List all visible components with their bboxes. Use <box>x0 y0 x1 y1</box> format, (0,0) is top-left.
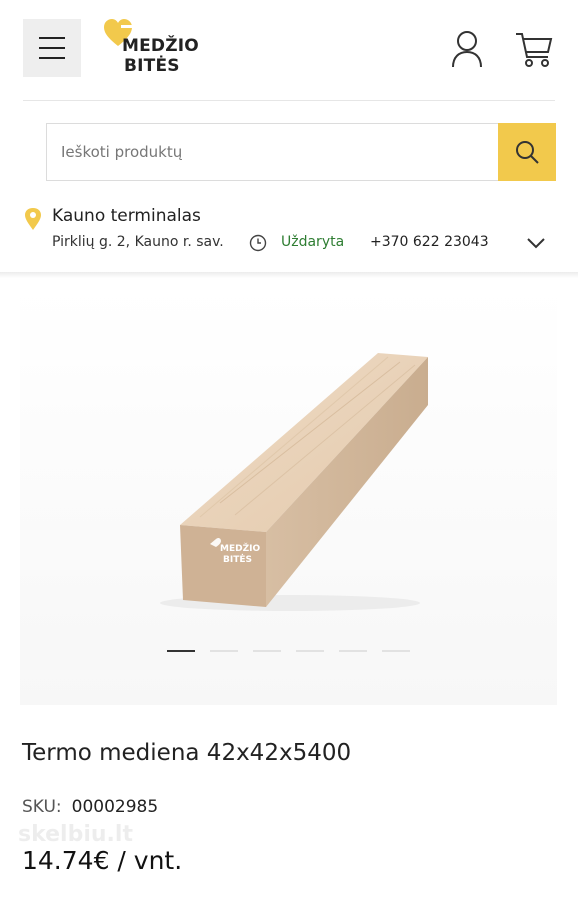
header-divider <box>23 100 555 101</box>
gallery-dot-5[interactable] <box>339 650 367 652</box>
gallery-dot-1[interactable] <box>167 650 195 652</box>
search-input[interactable] <box>46 123 498 181</box>
gallery-dot-4[interactable] <box>296 650 324 652</box>
sku-label: SKU: <box>22 797 62 817</box>
hamburger-icon-line <box>39 37 65 39</box>
hamburger-icon-line <box>39 47 65 49</box>
logo-line1: MEDŽIO <box>122 36 199 56</box>
gallery-dot-2[interactable] <box>210 650 238 652</box>
store-name: Kauno terminalas <box>52 206 201 226</box>
timber-end-face <box>180 525 266 607</box>
gallery-pagination <box>167 650 410 652</box>
product-price: 14.74€ / vnt. <box>22 846 183 875</box>
store-status: Uždaryta <box>281 234 345 250</box>
site-header: MEDŽIO BITĖS <box>0 0 578 100</box>
logo-wordmark: MEDŽIO BITĖS <box>122 36 199 76</box>
hamburger-icon-line <box>39 57 65 59</box>
user-icon[interactable] <box>450 30 484 68</box>
location-pin-icon <box>25 208 41 230</box>
product-image-gallery[interactable]: MEDŽIO BITĖS <box>20 285 557 705</box>
watermark: skelbiu.lt <box>18 822 133 847</box>
gallery-dot-3[interactable] <box>253 650 281 652</box>
gallery-dot-6[interactable] <box>382 650 410 652</box>
menu-button[interactable] <box>23 19 81 77</box>
clock-icon <box>249 234 267 252</box>
store-phone[interactable]: +370 622 23043 <box>370 234 489 250</box>
product-image: MEDŽIO BITĖS <box>160 353 428 611</box>
store-address: Pirklių g. 2, Kauno r. sav. <box>52 234 224 250</box>
cart-icon[interactable] <box>514 30 554 70</box>
store-divider-shadow <box>0 272 578 278</box>
product-title: Termo mediena 42x42x5400 <box>22 740 352 766</box>
search-button[interactable] <box>498 123 556 181</box>
store-info[interactable]: Kauno terminalas Pirklių g. 2, Kauno r. … <box>0 195 578 275</box>
search-bar <box>46 123 556 181</box>
logo-line2: BITĖS <box>124 56 180 76</box>
search-icon <box>516 141 539 164</box>
image-logo-line2: BITĖS <box>223 554 252 565</box>
brand-logo[interactable]: MEDŽIO BITĖS <box>102 18 212 80</box>
sku-value: 00002985 <box>71 797 159 817</box>
chevron-down-icon[interactable] <box>527 237 545 249</box>
image-logo-line1: MEDŽIO <box>220 542 260 554</box>
product-sku: SKU: 00002985 <box>22 797 158 817</box>
